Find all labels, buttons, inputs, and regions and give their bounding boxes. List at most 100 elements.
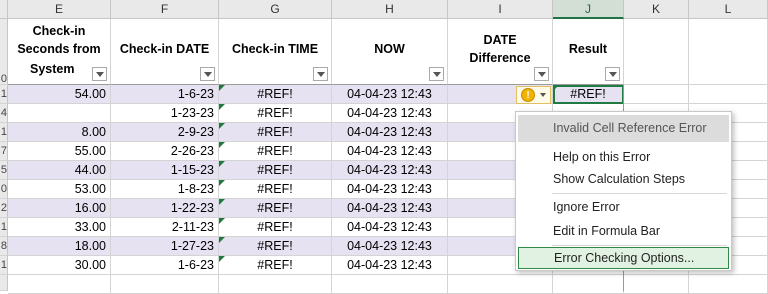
menu-item-error-checking-options[interactable]: Error Checking Options... [518, 247, 729, 269]
cell-check-in-time[interactable]: #REF! [219, 161, 332, 180]
cell-now[interactable]: 04-04-23 12:43 [332, 199, 448, 218]
cell-check-in-date[interactable]: 1-6-23 [111, 85, 219, 104]
cell-check-in-seconds[interactable]: 30.00 [8, 256, 111, 275]
cell-check-in-time[interactable]: #REF! [219, 199, 332, 218]
cell-check-in-seconds[interactable] [8, 104, 111, 123]
row-number[interactable]: 0 [0, 180, 8, 199]
cell-now[interactable]: 04-04-23 12:43 [332, 85, 448, 104]
header-now[interactable]: NOW [332, 19, 448, 85]
header-date-difference[interactable]: DATE Difference [448, 19, 553, 85]
chevron-down-icon [540, 93, 546, 97]
column-header-e[interactable]: E [8, 0, 111, 19]
cell-check-in-time[interactable]: #REF! [219, 237, 332, 256]
column-header-i[interactable]: I [448, 0, 553, 19]
column-header-l[interactable]: L [689, 0, 768, 19]
column-header-h[interactable]: H [332, 0, 448, 19]
filter-dropdown-button[interactable] [200, 67, 215, 81]
filter-dropdown-button[interactable] [534, 67, 549, 81]
row-number[interactable]: 2 [0, 199, 8, 218]
column-header-j[interactable]: J [553, 0, 624, 19]
empty-cell[interactable] [219, 275, 332, 294]
warning-icon: ! [521, 88, 535, 102]
cell-check-in-time[interactable]: #REF! [219, 123, 332, 142]
cell-check-in-time[interactable]: #REF! [219, 104, 332, 123]
header-text-line: Check-in DATE [119, 42, 210, 56]
empty-cell[interactable] [689, 85, 768, 104]
empty-cell[interactable] [624, 85, 689, 104]
empty-cell[interactable] [624, 19, 689, 85]
cell-check-in-date[interactable]: 1-27-23 [111, 237, 219, 256]
cell-now[interactable]: 04-04-23 12:43 [332, 142, 448, 161]
cell-check-in-seconds[interactable]: 53.00 [8, 180, 111, 199]
header-text-line: Difference [469, 51, 531, 65]
row-number[interactable]: 8 [0, 237, 8, 256]
row-header-corner[interactable] [0, 0, 8, 19]
cell-check-in-date[interactable]: 1-22-23 [111, 199, 219, 218]
header-text-line: DATE [483, 33, 517, 47]
cell-check-in-seconds[interactable]: 55.00 [8, 142, 111, 161]
cell-now[interactable]: 04-04-23 12:43 [332, 161, 448, 180]
cell-check-in-time[interactable]: #REF! [219, 142, 332, 161]
cell-check-in-seconds[interactable]: 54.00 [8, 85, 111, 104]
cell-check-in-date[interactable]: 1-15-23 [111, 161, 219, 180]
cell-check-in-date[interactable]: 2-26-23 [111, 142, 219, 161]
cell-check-in-time[interactable]: #REF! [219, 218, 332, 237]
row-number[interactable]: 0 [0, 19, 8, 85]
header-result[interactable]: Result [553, 19, 624, 85]
cell-now[interactable]: 04-04-23 12:43 [332, 256, 448, 275]
error-context-menu: Invalid Cell Reference Error Help on thi… [515, 111, 732, 271]
cell-check-in-time[interactable]: #REF! [219, 85, 332, 104]
column-header-k[interactable]: K [624, 0, 689, 19]
cell-check-in-time[interactable]: #REF! [219, 256, 332, 275]
menu-item-edit-in-formula-bar[interactable]: Edit in Formula Bar [518, 220, 729, 242]
row-number[interactable]: 1 [0, 85, 8, 104]
filter-dropdown-button[interactable] [429, 67, 444, 81]
menu-item-show-calculation-steps[interactable]: Show Calculation Steps [518, 168, 729, 190]
header-check-in-seconds[interactable]: Check-in Seconds from System [8, 19, 111, 85]
column-header-f[interactable]: F [111, 0, 219, 19]
cell-now[interactable]: 04-04-23 12:43 [332, 123, 448, 142]
row-number[interactable]: 4 [0, 104, 8, 123]
menu-separator [552, 245, 727, 246]
row-number[interactable]: 1 [0, 218, 8, 237]
cell-check-in-seconds[interactable]: 18.00 [8, 237, 111, 256]
row-number[interactable]: 7 [0, 142, 8, 161]
header-check-in-date[interactable]: Check-in DATE [111, 19, 219, 85]
column-header-g[interactable]: G [219, 0, 332, 19]
error-smart-tag[interactable]: ! [516, 86, 551, 104]
cell-check-in-date[interactable]: 1-6-23 [111, 256, 219, 275]
active-cell-outline [553, 85, 624, 104]
cell-check-in-seconds[interactable]: 16.00 [8, 199, 111, 218]
empty-cell[interactable] [624, 275, 689, 294]
menu-item-ignore-error[interactable]: Ignore Error [518, 196, 729, 218]
row-number[interactable]: 1 [0, 123, 8, 142]
cell-check-in-time[interactable]: #REF! [219, 180, 332, 199]
cell-now[interactable]: 04-04-23 12:43 [332, 180, 448, 199]
empty-cell[interactable] [553, 275, 624, 294]
filter-dropdown-button[interactable] [313, 67, 328, 81]
cell-check-in-date[interactable]: 2-11-23 [111, 218, 219, 237]
row-number[interactable]: 1 [0, 256, 8, 275]
header-check-in-time[interactable]: Check-in TIME [219, 19, 332, 85]
empty-cell[interactable] [689, 19, 768, 85]
empty-cell[interactable] [332, 275, 448, 294]
empty-cell[interactable] [689, 275, 768, 294]
cell-check-in-seconds[interactable]: 44.00 [8, 161, 111, 180]
menu-item-help-on-error[interactable]: Help on this Error [518, 146, 729, 168]
cell-check-in-seconds[interactable]: 8.00 [8, 123, 111, 142]
cell-now[interactable]: 04-04-23 12:43 [332, 237, 448, 256]
cell-now[interactable]: 04-04-23 12:43 [332, 104, 448, 123]
cell-check-in-seconds[interactable]: 33.00 [8, 218, 111, 237]
cell-now[interactable]: 04-04-23 12:43 [332, 218, 448, 237]
empty-cell[interactable] [111, 275, 219, 294]
row-number[interactable] [0, 275, 8, 291]
empty-cell[interactable] [448, 275, 553, 294]
row-number[interactable]: 5 [0, 161, 8, 180]
cell-check-in-date[interactable]: 1-8-23 [111, 180, 219, 199]
cell-check-in-date[interactable]: 2-9-23 [111, 123, 219, 142]
header-text-line: NOW [374, 42, 405, 56]
filter-dropdown-button[interactable] [92, 67, 107, 81]
cell-check-in-date[interactable]: 1-23-23 [111, 104, 219, 123]
filter-dropdown-button[interactable] [605, 67, 620, 81]
empty-cell[interactable] [8, 275, 111, 294]
